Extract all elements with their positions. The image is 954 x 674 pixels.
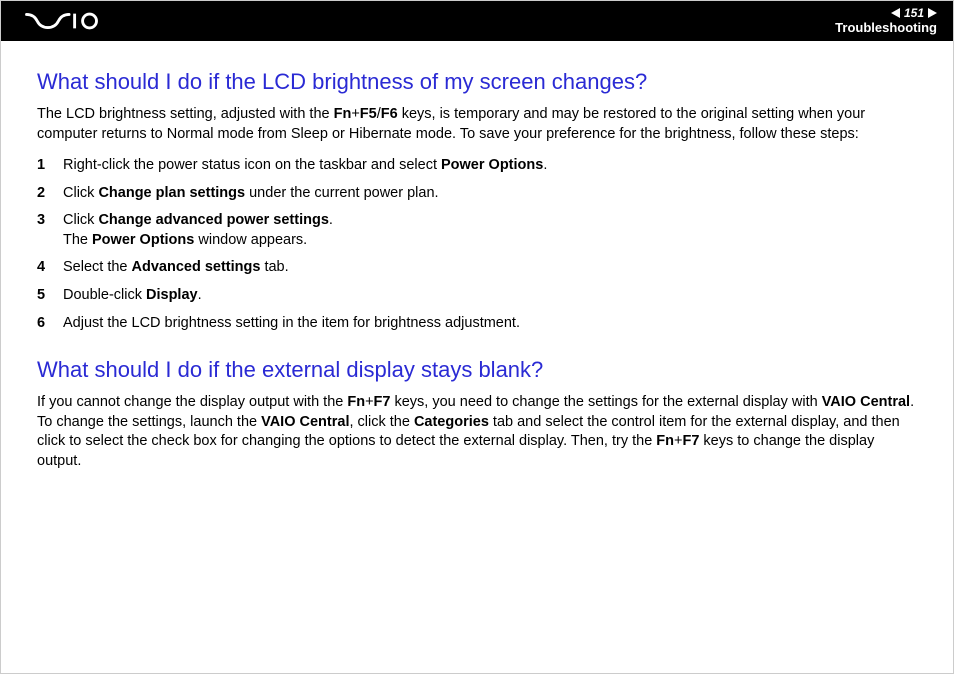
question-1-intro: The LCD brightness setting, adjusted wit… — [37, 105, 917, 144]
step-number: 5 — [37, 286, 63, 306]
key-f5: F5 — [360, 106, 377, 122]
step-number: 6 — [37, 314, 63, 334]
question-2-title: What should I do if the external display… — [37, 357, 917, 383]
step-item: 2Click Change plan settings under the cu… — [37, 184, 917, 204]
text: keys, you need to change the settings fo… — [390, 394, 821, 410]
key-fn: Fn — [334, 106, 352, 122]
page-nav: 151 — [835, 6, 937, 20]
vaio-logo — [17, 12, 113, 30]
text: + — [351, 106, 359, 122]
step-item: 1Right-click the power status icon on th… — [37, 156, 917, 176]
page-content: What should I do if the LCD brightness o… — [1, 41, 953, 503]
step-text: Click Change advanced power settings.The… — [63, 211, 917, 250]
question-1-steps: 1Right-click the power status icon on th… — [37, 156, 917, 333]
step-item: 6Adjust the LCD brightness setting in th… — [37, 314, 917, 334]
section-label: Troubleshooting — [835, 20, 937, 36]
step-text: Select the Advanced settings tab. — [63, 258, 917, 278]
header-right: 151 Troubleshooting — [835, 6, 937, 36]
step-item: 5Double-click Display. — [37, 286, 917, 306]
key-f7: F7 — [374, 394, 391, 410]
text: , click the — [349, 414, 413, 430]
step-text: Double-click Display. — [63, 286, 917, 306]
step-item: 4Select the Advanced settings tab. — [37, 258, 917, 278]
question-2-body: If you cannot change the display output … — [37, 393, 917, 471]
key-fn: Fn — [656, 433, 674, 449]
categories: Categories — [414, 414, 489, 430]
step-number: 1 — [37, 156, 63, 176]
vaio-central: VAIO Central — [261, 414, 349, 430]
prev-page-icon[interactable] — [891, 8, 900, 18]
step-number: 3 — [37, 211, 63, 250]
key-fn: Fn — [347, 394, 365, 410]
top-bar: 151 Troubleshooting — [1, 1, 953, 41]
step-item: 3Click Change advanced power settings.Th… — [37, 211, 917, 250]
step-text: Adjust the LCD brightness setting in the… — [63, 314, 917, 334]
text: If you cannot change the display output … — [37, 394, 347, 410]
step-text: Right-click the power status icon on the… — [63, 156, 917, 176]
key-f6: F6 — [381, 106, 398, 122]
key-f7: F7 — [682, 433, 699, 449]
text: + — [365, 394, 373, 410]
vaio-central: VAIO Central — [822, 394, 910, 410]
step-number: 2 — [37, 184, 63, 204]
next-page-icon[interactable] — [928, 8, 937, 18]
question-1-title: What should I do if the LCD brightness o… — [37, 69, 917, 95]
step-text: Click Change plan settings under the cur… — [63, 184, 917, 204]
text: The LCD brightness setting, adjusted wit… — [37, 106, 334, 122]
page-number: 151 — [904, 6, 924, 20]
step-number: 4 — [37, 258, 63, 278]
